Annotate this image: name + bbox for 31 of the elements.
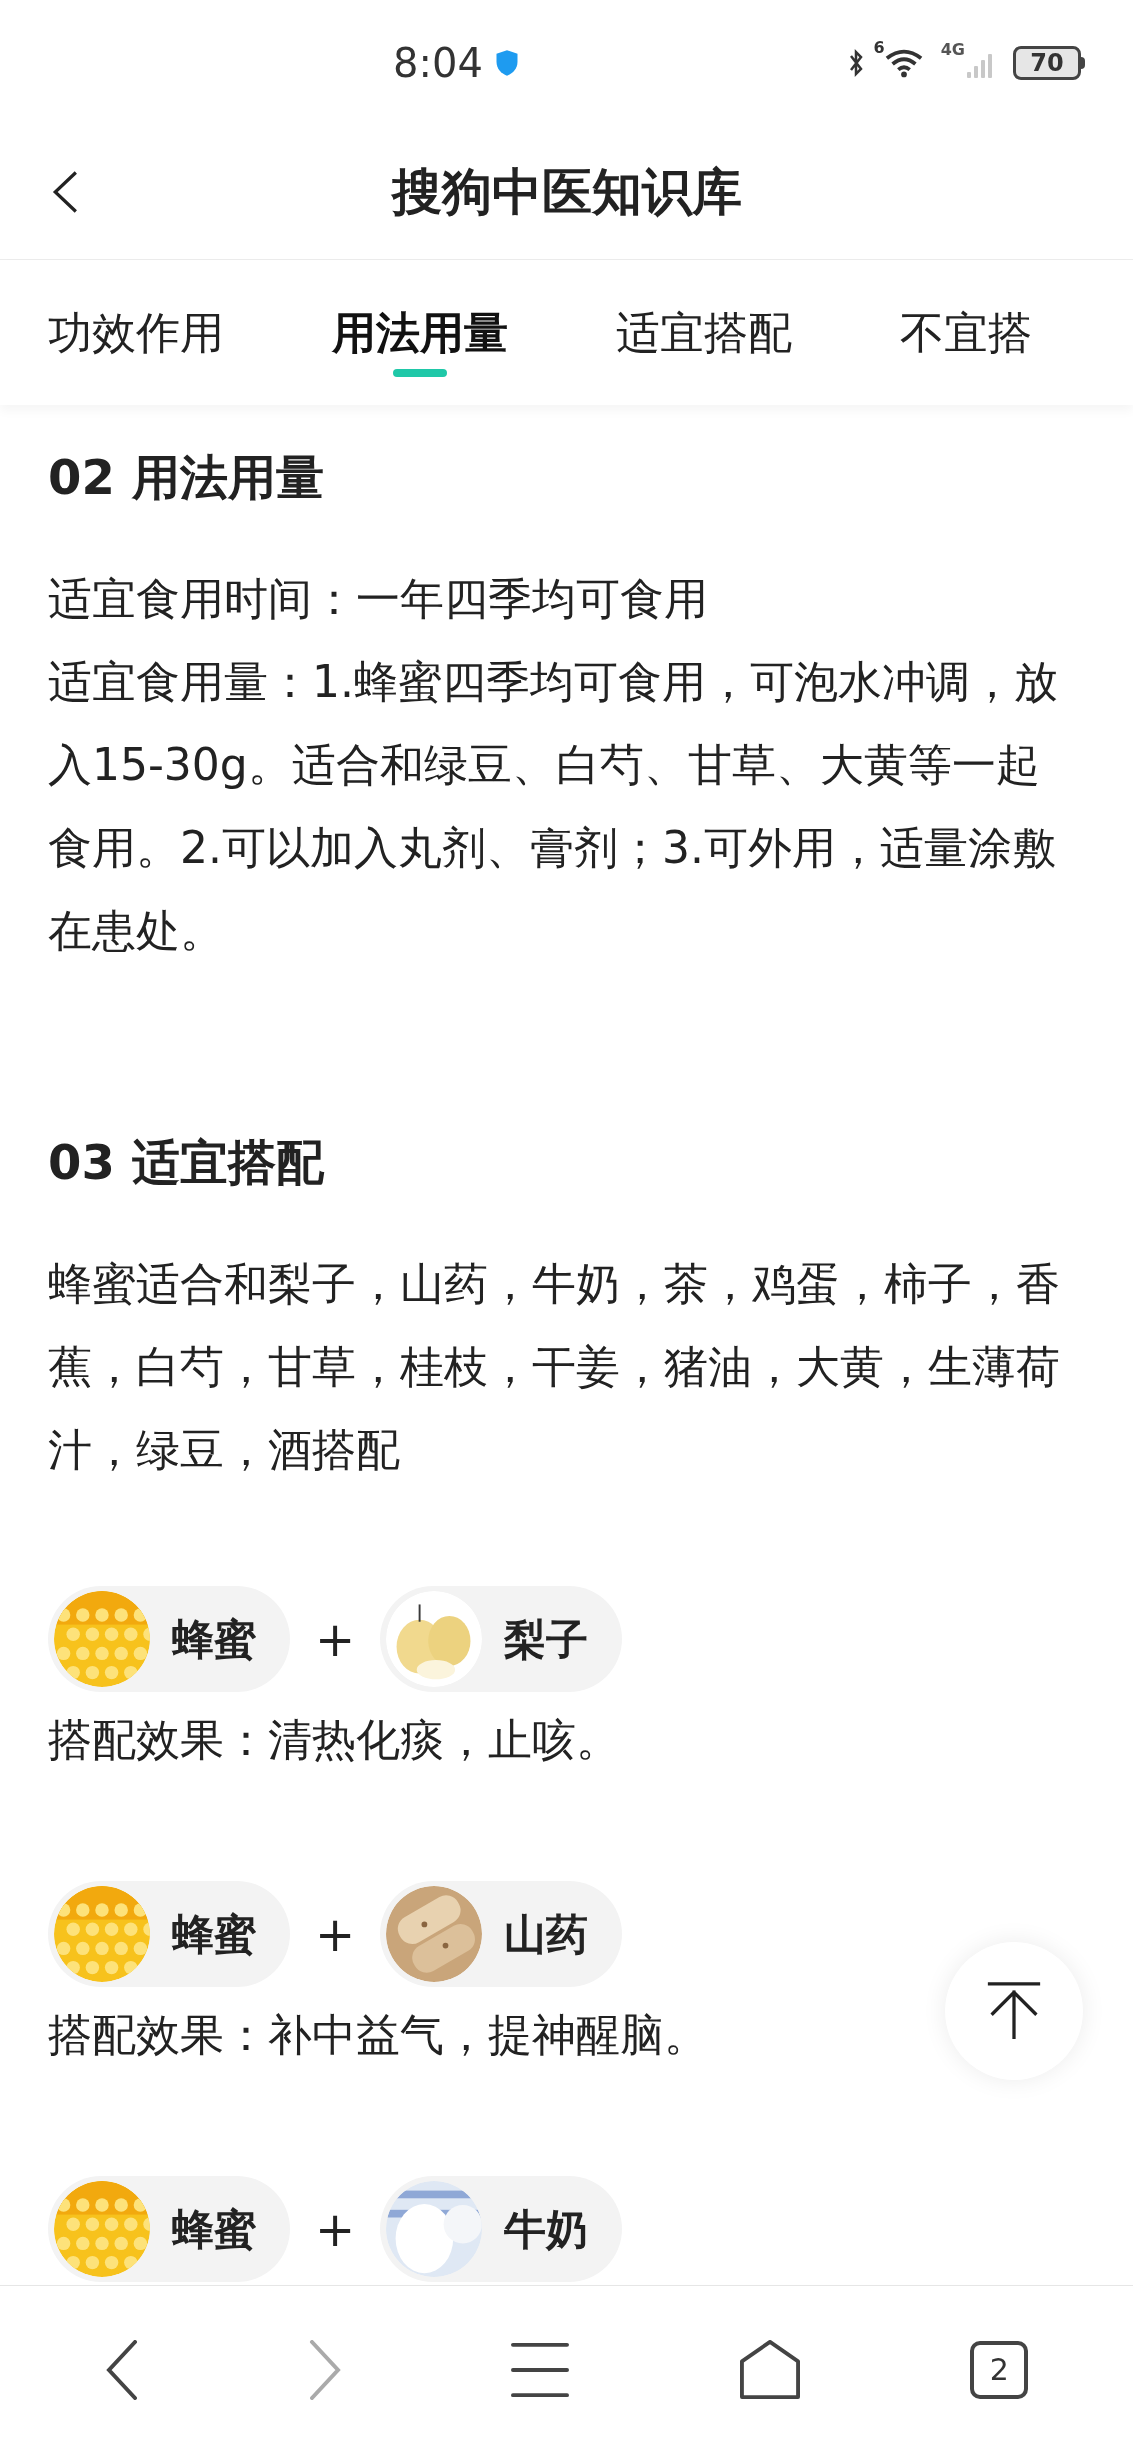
back-icon[interactable]: [104, 2339, 139, 2400]
wifi-icon: [884, 47, 923, 78]
ingredient-chip[interactable]: 蜂蜜: [48, 1586, 290, 1692]
ingredient-chip[interactable]: 牛奶: [380, 2176, 622, 2282]
page-title: 搜狗中医知识库: [391, 161, 742, 223]
body-text: 适宜食用时间：一年四季均可食用: [48, 572, 709, 626]
section-tab[interactable]: 用法用量: [332, 260, 508, 405]
plus-sign: +: [313, 2200, 357, 2259]
pairing-effect: 搭配效果：清热化痰，止咳。: [48, 1713, 620, 1767]
section-tab[interactable]: 适宜搭配: [616, 260, 792, 405]
section-heading: 02 用法用量: [48, 448, 325, 507]
wifi-label: 6: [873, 37, 885, 59]
body-text: 蜂蜜适合和梨子，山药，牛奶，茶，鸡蛋，柿子，香蕉，白芍，甘草，桂枝，干姜，猪油，大黄，生薄荷汁，绿豆，酒搭配: [48, 1257, 1061, 1477]
network-label: 4G: [940, 39, 965, 61]
ingredient-chip[interactable]: 梨子: [380, 1586, 622, 1692]
section-tab[interactable]: 功效作用: [48, 260, 224, 405]
tab-count-button[interactable]: 2: [970, 2340, 1029, 2399]
arrow-up-icon: [986, 1980, 1042, 2042]
status-time: 8:04: [393, 38, 483, 88]
body-text: 适宜食用量：1.蜂蜜四季均可食用，可泡水冲调，放入15-30g。适合和绿豆、白芍、甘草、大黄等一起食用。2.可以加入丸剂、膏剂；3.可外用，适量涂敷在患处。: [48, 655, 1059, 958]
pairing-effect: 搭配效果：补中益气，提神醒脑。: [48, 2008, 708, 2062]
ingredient-chip[interactable]: 蜂蜜: [48, 1881, 290, 1987]
ingredient-chip[interactable]: 山药: [380, 1881, 622, 1987]
section-tab[interactable]: 不宜搭: [900, 260, 1032, 405]
home-icon[interactable]: [738, 2339, 801, 2400]
plus-sign: +: [313, 1610, 357, 1669]
section-heading: 03 适宜搭配: [48, 1133, 326, 1192]
bluetooth-icon: [847, 47, 864, 78]
plus-sign: +: [313, 1905, 357, 1964]
shield-icon: [494, 48, 519, 77]
ingredient-chip[interactable]: 蜂蜜: [48, 2176, 290, 2282]
